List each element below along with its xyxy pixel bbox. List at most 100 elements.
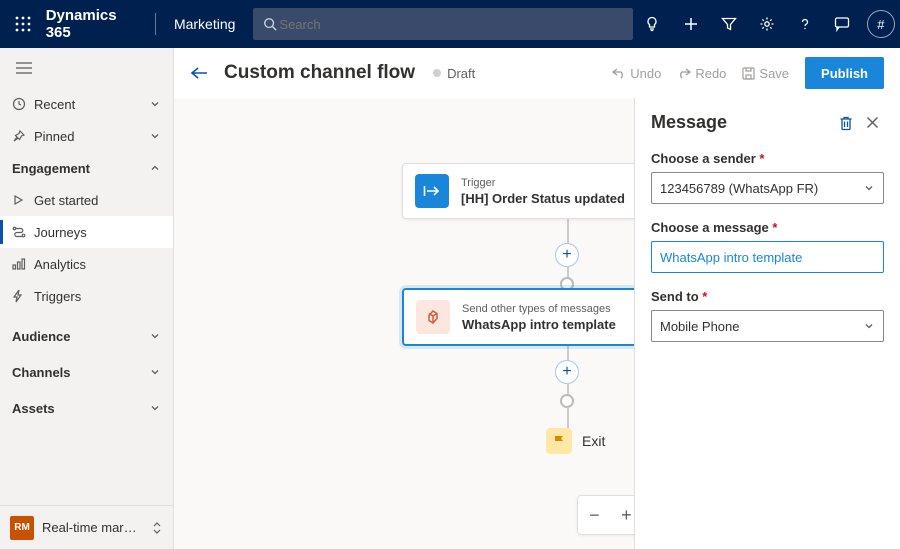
chevron-down-icon (863, 182, 875, 194)
properties-panel: Message Choose a sender * 123456789 (Wha… (634, 98, 900, 549)
custom-channel-icon (416, 300, 450, 334)
message-card[interactable]: Send other types of messages WhatsApp in… (402, 288, 634, 346)
chevron-down-icon (149, 98, 161, 110)
lightbulb-icon[interactable] (633, 0, 671, 48)
sidebar-label: Analytics (34, 257, 86, 272)
sidebar-label: Audience (12, 329, 71, 344)
sendto-select[interactable]: Mobile Phone (651, 310, 884, 342)
app-launcher-icon[interactable] (0, 0, 46, 48)
panel-title: Message (651, 112, 832, 133)
chevron-down-icon (863, 320, 875, 332)
sidebar-label: Recent (34, 97, 75, 112)
back-button[interactable] (190, 66, 224, 80)
sidebar-section-assets[interactable]: Assets (0, 392, 173, 424)
sidebar-item-get-started[interactable]: Get started (0, 184, 173, 216)
sidebar-label: Get started (34, 193, 98, 208)
journey-icon (12, 226, 34, 238)
sidebar-label: Engagement (12, 161, 90, 176)
sendto-label: Send to * (651, 289, 884, 304)
sidebar-item-recent[interactable]: Recent (0, 88, 173, 120)
analytics-icon (12, 258, 34, 270)
status-label: Draft (447, 66, 475, 81)
top-bar: Dynamics 365 Marketing # (0, 0, 900, 48)
search-input[interactable] (277, 16, 623, 33)
chevron-down-icon (149, 130, 161, 142)
zoom-out-button[interactable]: − (583, 505, 605, 526)
sidebar: Recent Pinned Engagement Get started Jou… (0, 48, 174, 549)
add-step-button[interactable]: + (555, 243, 579, 267)
trigger-card[interactable]: Trigger [HH] Order Status updated (402, 163, 634, 219)
sort-icon (151, 521, 163, 535)
message-label: Choose a message * (651, 220, 884, 235)
journey-canvas[interactable]: + + Trigger [HH] Order Status updated (174, 98, 634, 549)
sidebar-item-triggers[interactable]: Triggers (0, 280, 173, 312)
sidebar-item-pinned[interactable]: Pinned (0, 120, 173, 152)
flag-icon (546, 428, 572, 454)
content: Custom channel flow Draft Undo Redo Save… (174, 48, 900, 549)
area-switcher[interactable]: RM Real-time marketi... (0, 505, 173, 549)
brand-label[interactable]: Dynamics 365 (46, 7, 155, 41)
command-bar: Custom channel flow Draft Undo Redo Save… (174, 48, 900, 98)
card-title: WhatsApp intro template (462, 316, 616, 333)
chevron-down-icon (149, 402, 161, 414)
module-label[interactable]: Marketing (156, 16, 253, 32)
sidebar-label: Journeys (34, 225, 87, 240)
message-value: WhatsApp intro template (660, 250, 802, 265)
undo-button[interactable]: Undo (604, 58, 669, 88)
chat-icon[interactable] (824, 0, 862, 48)
avatar-char: # (867, 10, 895, 38)
help-icon[interactable] (786, 0, 824, 48)
connector (567, 346, 569, 361)
page-title: Custom channel flow (224, 62, 415, 84)
sidebar-section-channels[interactable]: Channels (0, 356, 173, 388)
hamburger-icon[interactable] (0, 48, 173, 88)
sender-label: Choose a sender * (651, 151, 884, 166)
area-label: Real-time marketi... (42, 520, 140, 535)
redo-icon (677, 67, 691, 79)
area-badge: RM (10, 516, 34, 540)
plus-icon[interactable] (671, 0, 709, 48)
chevron-down-icon (149, 366, 161, 378)
bolt-icon (12, 289, 34, 303)
message-select[interactable]: WhatsApp intro template (651, 241, 884, 273)
connector (567, 219, 569, 244)
trigger-icon (415, 174, 449, 208)
sidebar-item-analytics[interactable]: Analytics (0, 248, 173, 280)
sendto-value: Mobile Phone (660, 319, 740, 334)
card-caption: Trigger (461, 176, 625, 190)
sidebar-section-audience[interactable]: Audience (0, 320, 173, 352)
save-button[interactable]: Save (734, 58, 797, 88)
search-icon (263, 17, 277, 31)
sidebar-label: Triggers (34, 289, 81, 304)
pin-icon (12, 129, 34, 143)
status-dot (433, 69, 441, 77)
join-node (560, 394, 574, 408)
sidebar-label: Channels (12, 365, 71, 380)
delete-icon[interactable] (832, 115, 860, 131)
clock-icon (12, 97, 34, 111)
sidebar-label: Assets (12, 401, 55, 416)
sender-select[interactable]: 123456789 (WhatsApp FR) (651, 172, 884, 204)
user-avatar[interactable]: # (862, 0, 900, 48)
chevron-up-icon (149, 162, 161, 174)
undo-icon (612, 67, 626, 79)
zoom-in-button[interactable]: + (615, 505, 634, 526)
publish-button[interactable]: Publish (805, 57, 884, 89)
add-step-button[interactable]: + (555, 360, 579, 384)
sidebar-item-journeys[interactable]: Journeys (0, 216, 173, 248)
card-caption: Send other types of messages (462, 302, 616, 316)
search-box[interactable] (253, 8, 633, 40)
card-title: [HH] Order Status updated (461, 190, 625, 207)
save-icon (742, 67, 755, 80)
gear-icon[interactable] (748, 0, 786, 48)
sender-value: 123456789 (WhatsApp FR) (660, 181, 818, 196)
exit-node[interactable]: Exit (546, 428, 605, 454)
redo-button[interactable]: Redo (669, 58, 734, 88)
close-icon[interactable] (860, 116, 884, 129)
play-icon (12, 194, 34, 206)
filter-icon[interactable] (710, 0, 748, 48)
exit-label: Exit (582, 433, 605, 449)
chevron-down-icon (149, 330, 161, 342)
zoom-toolbar: − + 100% Reset (577, 495, 634, 535)
sidebar-section-engagement[interactable]: Engagement (0, 152, 173, 184)
